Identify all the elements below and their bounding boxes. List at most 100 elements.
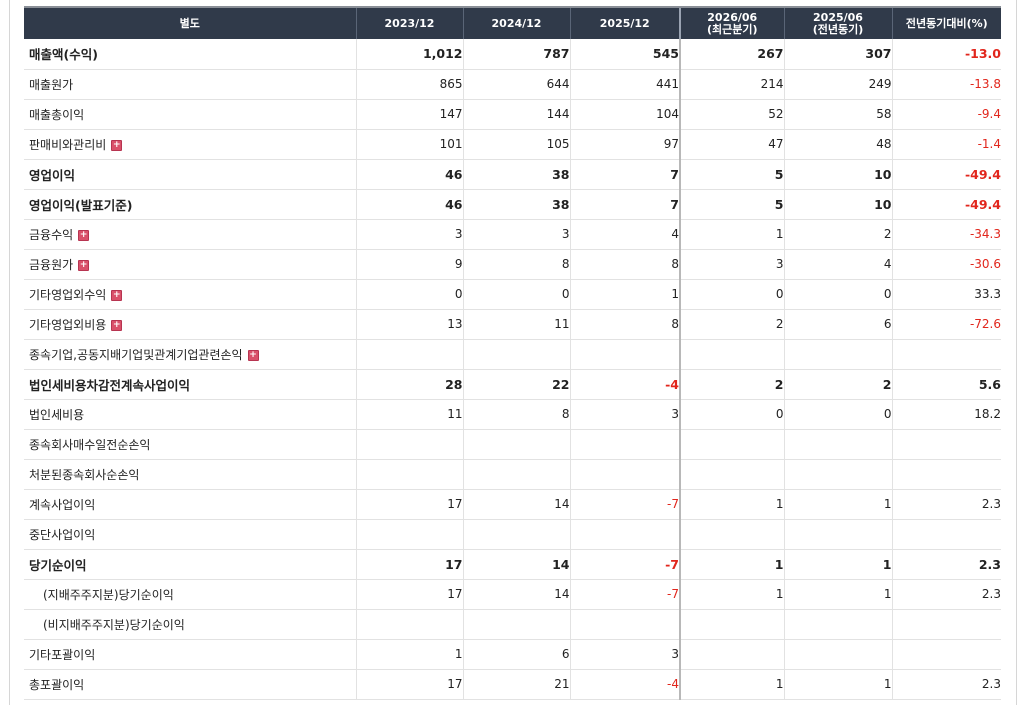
- table-row: 기타영업외비용 +13 11 8 2 6 -72.6: [24, 309, 1001, 340]
- value-cell: [892, 609, 1001, 640]
- value-cell: 2: [680, 309, 785, 340]
- value-cell: 104: [570, 99, 681, 130]
- value-cell: [356, 459, 464, 490]
- table-body: 매출액(수익) 1,012 787 545 267 307 -13.0 매출원가 865 644 4…: [24, 39, 1001, 700]
- table-row: 매출원가 865 644 441 214 249 -13.8: [24, 69, 1001, 100]
- value-cell: [784, 459, 893, 490]
- row-label-cell: 당기순이익: [24, 549, 357, 580]
- value-cell: 17: [356, 489, 464, 520]
- expand-plus-icon[interactable]: +: [78, 229, 90, 241]
- value-cell: -4: [570, 369, 681, 400]
- header-2024-12: 2024/12: [463, 8, 571, 39]
- table-row: 중단사업이익: [24, 519, 1001, 550]
- value-cell: [680, 339, 785, 370]
- value-cell: [463, 429, 571, 460]
- value-cell: 14: [463, 579, 571, 610]
- table-row: (비지배주주지분)당기순이익: [24, 609, 1001, 640]
- frame-right-border: [1016, 0, 1017, 705]
- value-cell: 22: [463, 369, 571, 400]
- value-cell: 0: [680, 279, 785, 310]
- value-cell: 307: [784, 39, 893, 70]
- value-cell: 10: [784, 159, 893, 190]
- table-row: 기타포괄이익 1 6 3: [24, 639, 1001, 670]
- table-row: 영업이익(발표기준) 46 38 7 5 10 -49.4: [24, 189, 1001, 220]
- value-cell: [784, 639, 893, 670]
- value-cell: 214: [680, 69, 785, 100]
- value-cell: [892, 339, 1001, 370]
- value-cell: [356, 519, 464, 550]
- value-cell: 144: [463, 99, 571, 130]
- value-cell: [356, 609, 464, 640]
- row-label-cell: 종속회사매수일전순손익: [24, 429, 357, 460]
- row-label: 금융수익: [29, 227, 74, 242]
- value-cell: 48: [784, 129, 893, 160]
- value-cell: [570, 459, 681, 490]
- value-cell: -13.0: [892, 39, 1001, 70]
- row-label: 판매비와관리비: [29, 137, 107, 152]
- value-cell: 18.2: [892, 399, 1001, 430]
- value-cell: 2.3: [892, 579, 1001, 610]
- value-cell: 1: [680, 549, 785, 580]
- header-2026-06: 2026/06 (최근분기): [680, 8, 785, 39]
- table-row: 매출총이익 147 144 104 52 58 -9.4: [24, 99, 1001, 130]
- value-cell: 13: [356, 309, 464, 340]
- row-label-cell: 기타영업외비용 +: [24, 309, 357, 340]
- value-cell: 1: [680, 489, 785, 520]
- row-label: 기타포괄이익: [29, 647, 96, 662]
- header-2026-06-note: (최근분기): [706, 22, 758, 36]
- row-label-cell: 매출원가: [24, 69, 357, 100]
- value-cell: [463, 339, 571, 370]
- value-cell: -72.6: [892, 309, 1001, 340]
- value-cell: 2: [680, 369, 785, 400]
- value-cell: 8: [570, 249, 681, 280]
- value-cell: 8: [570, 309, 681, 340]
- value-cell: 52: [680, 99, 785, 130]
- value-cell: 47: [680, 129, 785, 160]
- value-cell: [892, 639, 1001, 670]
- value-cell: 46: [356, 189, 464, 220]
- value-cell: [463, 459, 571, 490]
- row-label-cell: (지배주주지분)당기순이익: [24, 579, 357, 610]
- row-label-cell: 영업이익: [24, 159, 357, 190]
- value-cell: -7: [570, 579, 681, 610]
- row-label-cell: 계속사업이익: [24, 489, 357, 520]
- row-label: 중단사업이익: [29, 527, 96, 542]
- header-2023-12: 2023/12: [356, 8, 464, 39]
- value-cell: 0: [356, 279, 464, 310]
- value-cell: 1: [784, 579, 893, 610]
- value-cell: 33.3: [892, 279, 1001, 310]
- value-cell: 3: [463, 219, 571, 250]
- value-cell: [784, 429, 893, 460]
- value-cell: 1: [570, 279, 681, 310]
- expand-plus-icon[interactable]: +: [78, 259, 90, 271]
- table-row: 법인세비용차감전계속사업이익 28 22 -4 2 2 5.6: [24, 369, 1001, 400]
- expand-plus-icon[interactable]: +: [111, 289, 123, 301]
- value-cell: 1: [356, 639, 464, 670]
- value-cell: 5.6: [892, 369, 1001, 400]
- value-cell: 1: [680, 579, 785, 610]
- header-2025-06: 2025/06 (전년동기): [784, 8, 893, 39]
- header-2025-12: 2025/12: [570, 8, 681, 39]
- value-cell: 46: [356, 159, 464, 190]
- expand-plus-icon[interactable]: +: [111, 139, 123, 151]
- row-label: 금융원가: [29, 257, 74, 272]
- row-label: 기타영업외비용: [29, 317, 107, 332]
- value-cell: 7: [570, 189, 681, 220]
- expand-plus-icon[interactable]: +: [247, 349, 259, 361]
- value-cell: 2.3: [892, 549, 1001, 580]
- value-cell: 1: [680, 219, 785, 250]
- table-row: 금융수익 +3 3 4 1 2 -34.3: [24, 219, 1001, 250]
- row-label-cell: (비지배주주지분)당기순이익: [24, 609, 357, 640]
- value-cell: 1: [680, 669, 785, 700]
- row-label-cell: 기타포괄이익: [24, 639, 357, 670]
- value-cell: [680, 639, 785, 670]
- row-label: 매출원가: [29, 77, 74, 92]
- expand-plus-icon[interactable]: +: [111, 319, 123, 331]
- value-cell: 97: [570, 129, 681, 160]
- value-cell: 4: [570, 219, 681, 250]
- value-cell: -34.3: [892, 219, 1001, 250]
- value-cell: 3: [570, 639, 681, 670]
- value-cell: [356, 429, 464, 460]
- value-cell: 2.3: [892, 669, 1001, 700]
- value-cell: 14: [463, 549, 571, 580]
